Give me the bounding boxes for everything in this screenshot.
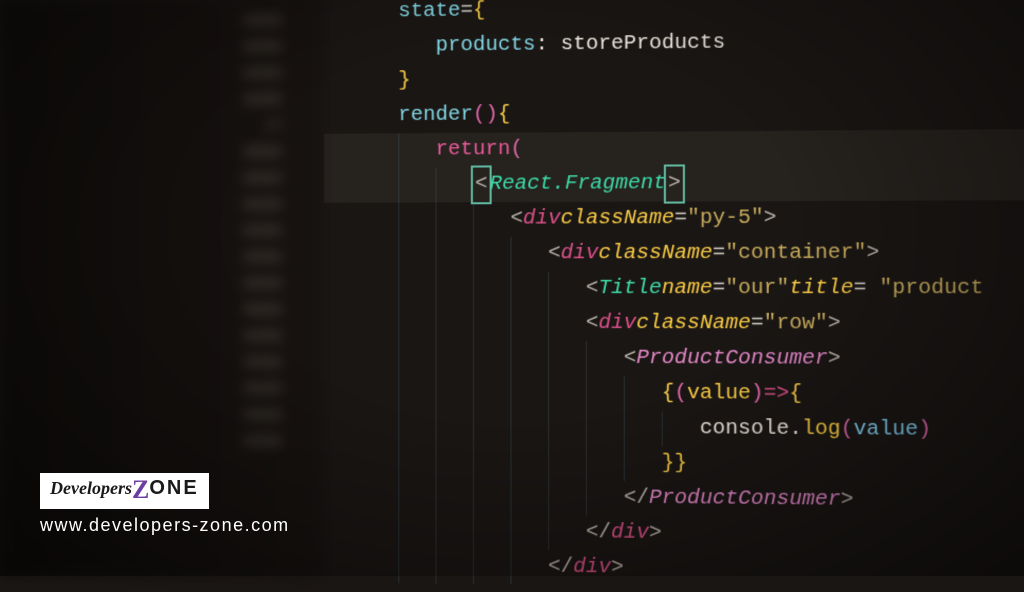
watermark: DevelopersZONE www.developers-zone.com	[40, 473, 290, 536]
code-line[interactable]: console.log(value)	[324, 410, 1024, 450]
watermark-url: www.developers-zone.com	[40, 515, 290, 536]
code-line[interactable]: <ProductConsumer>	[324, 341, 1024, 378]
developers-zone-logo: DevelopersZONE	[40, 473, 209, 509]
code-line[interactable]: render() {	[324, 93, 1024, 134]
code-line[interactable]: <div className="row">	[324, 306, 1024, 342]
code-line[interactable]: {(value) => {	[324, 375, 1024, 413]
code-line[interactable]: <div className="py-5">	[324, 200, 1024, 237]
code-line-active[interactable]: <React.Fragment>	[324, 164, 1024, 202]
code-line[interactable]: <div className="container">	[324, 236, 1024, 272]
code-line[interactable]: <Title name="our" title= "product	[324, 271, 1024, 307]
code-line[interactable]: </div>	[324, 548, 1024, 592]
code-line-active[interactable]: return (	[324, 129, 1024, 168]
line-number: 93	[0, 112, 324, 140]
code-line[interactable]: }	[324, 58, 1024, 100]
code-content[interactable]: state={ products: storeProducts } render…	[324, 0, 1024, 589]
